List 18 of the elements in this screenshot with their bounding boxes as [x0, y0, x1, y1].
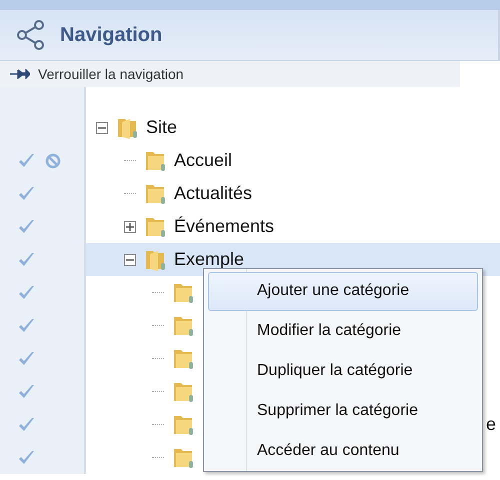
pin-icon[interactable] [10, 69, 30, 79]
lock-navigation-label[interactable]: Verrouiller la navigation [38, 66, 184, 82]
tree-item-label[interactable]: Exemple [174, 249, 244, 270]
menu-item[interactable]: Supprimer la catégorie [208, 392, 478, 430]
menu-item[interactable]: Ajouter une catégorie [208, 272, 478, 310]
collapse-toggle[interactable] [124, 254, 136, 266]
expand-toggle[interactable] [124, 220, 136, 232]
tree-item-label[interactable]: Accueil [174, 150, 232, 171]
menu-item[interactable]: Accéder au contenu [208, 432, 478, 470]
tree-item-label[interactable]: Site [146, 117, 178, 138]
collapse-toggle[interactable] [96, 122, 108, 134]
panel-title: Navigation [60, 24, 162, 46]
menu-item[interactable]: Dupliquer la catégorie [208, 352, 478, 390]
tree-item-label[interactable]: Actualités [174, 183, 252, 204]
plus-icon [126, 222, 134, 230]
share-icon [16, 20, 46, 50]
tree-item-label[interactable]: Événements [174, 216, 274, 237]
menu-item[interactable]: Modifier la catégorie [208, 312, 478, 350]
